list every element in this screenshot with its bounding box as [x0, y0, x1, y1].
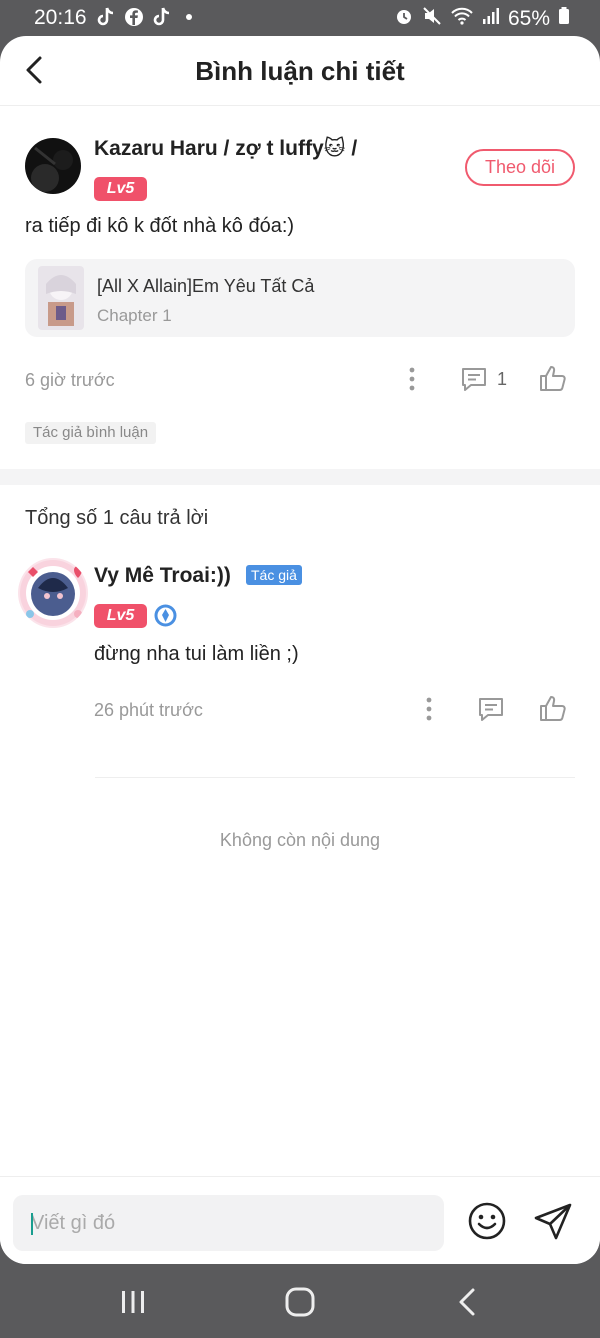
avatar[interactable] [25, 138, 81, 194]
comment-input-bar [0, 1176, 600, 1264]
comment-icon [479, 698, 503, 721]
signal-icon [482, 7, 500, 31]
more-vertical-icon [426, 697, 432, 721]
more-options-button[interactable] [397, 364, 427, 394]
like-button[interactable] [538, 693, 568, 723]
reply-button[interactable] [459, 364, 489, 394]
comment-input[interactable] [13, 1195, 444, 1251]
facebook-icon [124, 6, 144, 28]
tiktok-icon [96, 6, 116, 28]
send-icon [534, 1203, 572, 1240]
home-button[interactable] [284, 1286, 316, 1318]
battery-icon [558, 7, 570, 31]
author-badge: Tác giả [246, 565, 302, 585]
reply-count: 1 [497, 369, 508, 389]
system-back-button[interactable] [452, 1286, 484, 1318]
battery-text: 65% [507, 7, 550, 30]
story-card[interactable]: [All X Allain]Em Yêu Tất Cả Chapter 1 [25, 259, 575, 337]
avatar[interactable] [18, 558, 88, 628]
system-navigation-bar [0, 1264, 600, 1338]
status-time: 20:16 [34, 6, 87, 29]
text-cursor [31, 1213, 33, 1235]
comment-time: 6 giờ trước [25, 370, 115, 390]
level-badge: Lv5 [94, 177, 147, 201]
notification-dot-icon [186, 14, 192, 20]
emoji-icon [468, 1202, 506, 1240]
home-icon [285, 1287, 315, 1317]
reply-button[interactable] [476, 694, 506, 724]
comment-detail-screen: Bình luận chi tiết Kazaru Haru / zợ t lu… [0, 36, 600, 1264]
thumbs-up-icon [540, 366, 566, 391]
send-button[interactable] [533, 1201, 573, 1241]
wifi-icon [450, 6, 474, 32]
status-bar: 20:16 65% [0, 0, 600, 36]
recent-apps-button[interactable] [117, 1286, 149, 1318]
back-icon [459, 1288, 475, 1316]
section-divider [0, 469, 600, 485]
follow-button[interactable]: Theo dõi [465, 149, 575, 186]
tiktok-icon [152, 6, 172, 28]
mute-icon [422, 6, 442, 32]
comment-username[interactable]: Kazaru Haru / zợ t luffy🐱 / [94, 136, 357, 161]
comment-icon [462, 368, 486, 391]
level-badge: Lv5 [94, 604, 147, 628]
reply-username[interactable]: Vy Mê Troai:)) [94, 564, 231, 588]
verified-badge-icon [154, 604, 177, 627]
story-chapter: Chapter 1 [97, 306, 172, 325]
reply-text: đừng nha tui làm liền ;) [94, 643, 299, 665]
recent-apps-icon [122, 1291, 144, 1313]
alarm-icon [394, 6, 414, 32]
total-replies-label: Tổng số 1 câu trả lời [25, 507, 209, 529]
story-title: [All X Allain]Em Yêu Tất Cả [97, 276, 315, 296]
like-button[interactable] [538, 363, 568, 393]
comment-text: ra tiếp đi kô k đốt nhà kô đóa:) [25, 215, 295, 237]
emoji-button[interactable] [467, 1201, 507, 1241]
divider [95, 777, 575, 778]
thumbs-up-icon [540, 696, 566, 721]
reply-time: 26 phút trước [94, 700, 203, 720]
story-cover [38, 266, 84, 330]
more-vertical-icon [409, 367, 415, 391]
more-options-button[interactable] [414, 694, 444, 724]
page-title: Bình luận chi tiết [195, 56, 405, 86]
end-of-content-label: Không còn nội dung [219, 830, 381, 850]
top-app-bar: Bình luận chi tiết [0, 36, 600, 106]
author-comment-tag: Tác giả bình luận [25, 422, 157, 444]
